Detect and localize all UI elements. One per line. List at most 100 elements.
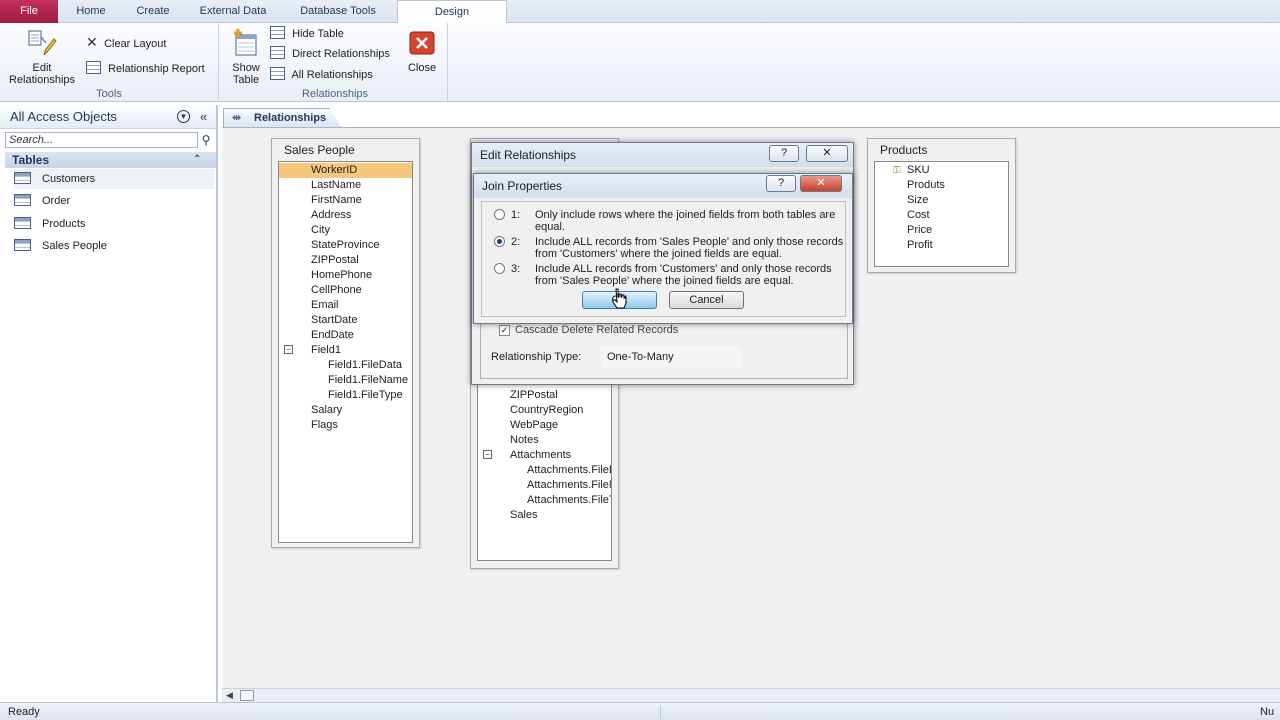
relationship-report-button[interactable]: Relationship Report: [86, 60, 205, 78]
field-sku[interactable]: SKU: [893, 163, 929, 178]
field-flags[interactable]: Flags: [311, 418, 338, 433]
nav-item-label: Order: [42, 195, 71, 207]
field-attachments-filetype[interactable]: Attachments.FileType: [527, 493, 611, 508]
sales-people-table[interactable]: Sales People WorkerID LastName FirstName…: [271, 138, 420, 548]
collapse-group-icon[interactable]: ⌃: [193, 152, 201, 168]
field-startdate[interactable]: StartDate: [311, 313, 357, 328]
collapse-attachments-icon[interactable]: −: [483, 450, 492, 459]
field-field1[interactable]: Field1: [311, 343, 341, 358]
field-size[interactable]: Size: [907, 193, 928, 208]
tab-design[interactable]: Design: [397, 0, 507, 24]
join-option-1-number: 1:: [511, 209, 521, 221]
relationships-tab-icon: ⇹: [232, 112, 242, 124]
document-tab-label: Relationships: [254, 112, 327, 124]
field-firstname[interactable]: FirstName: [311, 193, 362, 208]
hide-table-icon: [270, 26, 285, 39]
nav-item-products[interactable]: Products: [14, 214, 214, 234]
relationship-report-label: Relationship Report: [108, 63, 205, 75]
tab-database-tools[interactable]: Database Tools: [284, 0, 392, 23]
tables-group-header[interactable]: Tables ⌃: [5, 152, 216, 168]
field-zippostal[interactable]: ZIPPostal: [510, 388, 558, 403]
show-table-icon: [234, 29, 257, 56]
hide-table-button[interactable]: Hide Table: [270, 25, 344, 43]
field-email[interactable]: Email: [311, 298, 339, 313]
nav-item-customers[interactable]: Customers: [14, 169, 214, 189]
field-field1-filetype[interactable]: Field1.FileType: [328, 388, 403, 403]
close-relationships-button[interactable]: Close: [402, 31, 442, 74]
status-text: Ready: [8, 706, 40, 718]
field-field1-filename[interactable]: Field1.FileName: [328, 373, 408, 388]
products-title: Products: [880, 143, 928, 157]
edit-relationships-close-button[interactable]: ✕: [806, 145, 848, 162]
join-properties-close-button[interactable]: ✕: [800, 175, 842, 192]
edit-relationships-button[interactable]: Edit Relationships: [4, 27, 80, 86]
field-profit[interactable]: Profit: [907, 238, 933, 253]
all-relationships-icon: [270, 67, 285, 80]
join-option-2-text: Include ALL records from 'Sales People' …: [535, 236, 844, 260]
navigation-pane: All Access Objects ▼ « Search... ⚲ Table…: [0, 105, 218, 702]
nav-item-order[interactable]: Order: [14, 191, 214, 211]
search-input[interactable]: Search...: [5, 132, 198, 148]
field-notes[interactable]: Notes: [510, 433, 539, 448]
show-table-button[interactable]: Show Table: [226, 27, 266, 86]
field-attachments[interactable]: Attachments: [510, 448, 571, 463]
table-icon: [14, 239, 31, 251]
cascade-delete-checkbox[interactable]: ✓: [499, 325, 510, 336]
join-option-2-radio[interactable]: [494, 236, 505, 247]
field-cellphone[interactable]: CellPhone: [311, 283, 362, 298]
join-option-1-radio[interactable]: [494, 209, 505, 220]
field-attachments-filename[interactable]: Attachments.FileName: [527, 478, 611, 493]
nav-item-label: Customers: [42, 173, 96, 185]
shutter-bar-close-icon[interactable]: «: [200, 105, 207, 129]
scroll-left-icon[interactable]: ◀: [226, 690, 233, 701]
collapse-field1-icon[interactable]: −: [284, 345, 293, 354]
field-lastname[interactable]: LastName: [311, 178, 361, 193]
tab-file[interactable]: File: [0, 0, 58, 23]
horizontal-scrollbar[interactable]: ◀: [222, 688, 1280, 702]
field-enddate[interactable]: EndDate: [311, 328, 354, 343]
cancel-button[interactable]: Cancel: [669, 291, 744, 309]
edit-relationships-label: Edit Relationships: [8, 62, 76, 86]
edit-relationships-icon: [28, 30, 57, 56]
nav-menu-chevron-icon[interactable]: ▼: [177, 110, 190, 123]
products-table[interactable]: Products SKU Produts Size Cost Price Pro…: [867, 138, 1016, 273]
field-cost[interactable]: Cost: [907, 208, 930, 223]
table-icon: [14, 217, 31, 229]
field-sales[interactable]: Sales: [510, 508, 538, 523]
edit-relationships-help-button[interactable]: ?: [769, 145, 799, 162]
relationships-document-tab[interactable]: ⇹ Relationships: [223, 108, 341, 127]
direct-relationships-icon: [270, 46, 285, 59]
tab-home[interactable]: Home: [62, 0, 120, 23]
direct-relationships-button[interactable]: Direct Relationships: [270, 45, 390, 63]
field-webpage[interactable]: WebPage: [510, 418, 558, 433]
field-price[interactable]: Price: [907, 223, 932, 238]
join-properties-help-button[interactable]: ?: [766, 175, 796, 192]
tab-external-data[interactable]: External Data: [188, 0, 278, 23]
field-salary[interactable]: Salary: [311, 403, 342, 418]
tab-create[interactable]: Create: [124, 0, 182, 23]
join-option-3-radio[interactable]: [494, 263, 505, 274]
status-bar: Ready Nu: [0, 702, 1280, 720]
scroll-thumb[interactable]: [240, 690, 254, 701]
field-field1-filedata[interactable]: Field1.FileData: [328, 358, 402, 373]
field-zippostal[interactable]: ZIPPostal: [311, 253, 359, 268]
all-relationships-button[interactable]: All Relationships: [270, 66, 373, 84]
field-homephone[interactable]: HomePhone: [311, 268, 372, 283]
field-city[interactable]: City: [311, 223, 330, 238]
table-icon: [14, 194, 31, 206]
nav-item-sales-people[interactable]: Sales People: [14, 236, 214, 256]
field-address[interactable]: Address: [311, 208, 351, 223]
clear-x-icon: ✕: [86, 34, 98, 50]
field-workerid[interactable]: WorkerID: [279, 163, 412, 178]
field-stateprovince[interactable]: StateProvince: [311, 238, 379, 253]
field-countryregion[interactable]: CountryRegion: [510, 403, 583, 418]
sales-people-field-list[interactable]: WorkerID LastName FirstName Address City…: [278, 161, 413, 543]
sales-people-title: Sales People: [284, 143, 355, 157]
field-produts[interactable]: Produts: [907, 178, 945, 193]
clear-layout-button[interactable]: ✕ Clear Layout: [86, 33, 166, 51]
search-icon[interactable]: ⚲: [198, 132, 214, 148]
clear-layout-label: Clear Layout: [104, 38, 167, 50]
products-field-list[interactable]: SKU Produts Size Cost Price Profit: [874, 161, 1009, 267]
nav-header[interactable]: All Access Objects ▼ «: [0, 105, 216, 129]
field-attachments-filedata[interactable]: Attachments.FileData: [527, 463, 611, 478]
